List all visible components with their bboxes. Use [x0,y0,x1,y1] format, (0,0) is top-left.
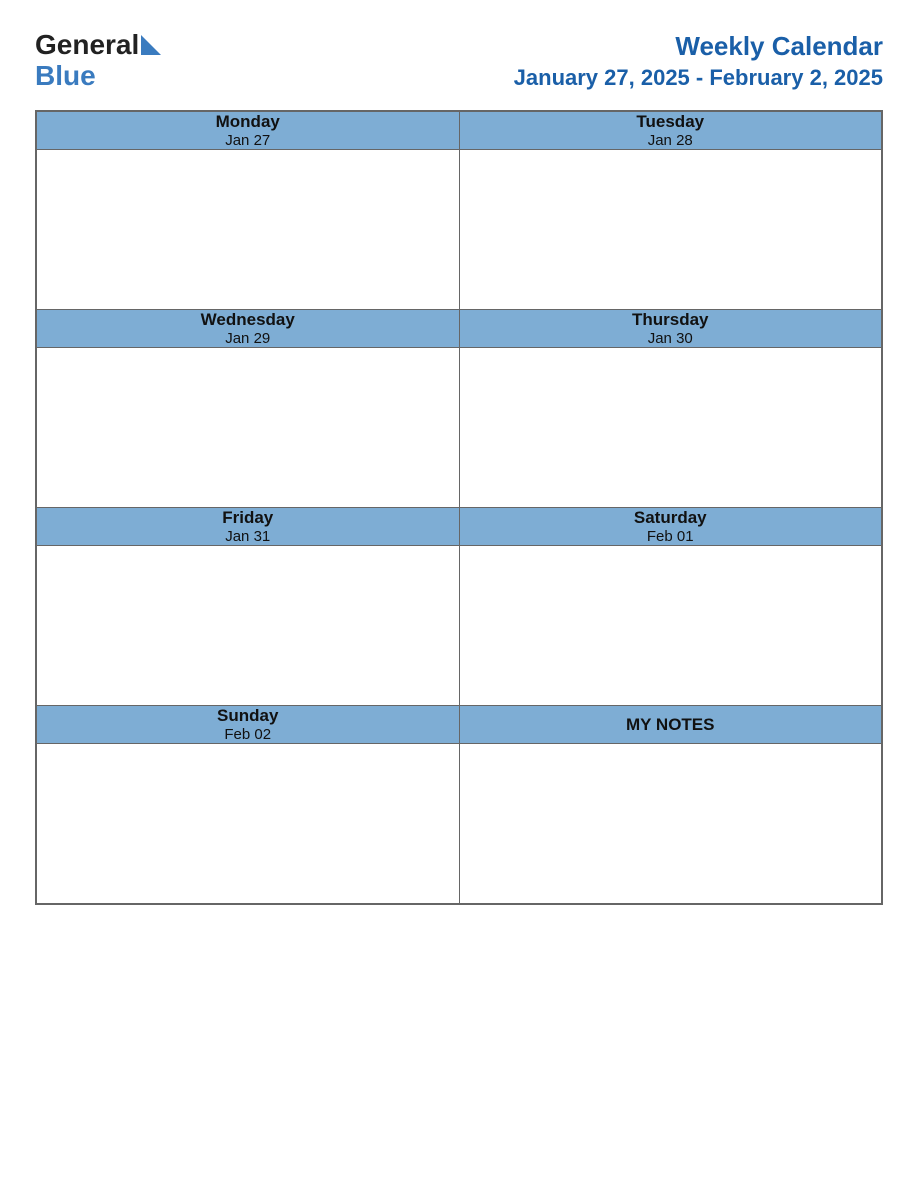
page-header: General Blue Weekly Calendar January 27,… [35,30,883,92]
thursday-date: Jan 30 [460,330,882,347]
logo-triangle-icon [141,35,161,55]
monday-date: Jan 27 [37,132,459,149]
row-1-header: Monday Jan 27 Tuesday Jan 28 [37,112,882,150]
row-3-content [37,546,882,706]
saturday-date: Feb 01 [460,528,882,545]
logo-blue-text: Blue [35,61,96,92]
row-2-header: Wednesday Jan 29 Thursday Jan 30 [37,310,882,348]
calendar-title: Weekly Calendar [514,30,883,64]
friday-date: Jan 31 [37,528,459,545]
logo: General Blue [35,30,161,92]
row-3-header: Friday Jan 31 Saturday Feb 01 [37,508,882,546]
tuesday-name: Tuesday [460,112,882,132]
row-2-content [37,348,882,508]
wednesday-date: Jan 29 [37,330,459,347]
wednesday-cell [37,348,460,508]
my-notes-header: MY NOTES [459,706,882,744]
logo-general-text: General [35,29,139,60]
notes-cell [459,744,882,904]
calendar-grid: Monday Jan 27 Tuesday Jan 28 Wednesday J… [35,110,883,905]
my-notes-label: MY NOTES [460,715,882,735]
calendar-subtitle: January 27, 2025 - February 2, 2025 [514,64,883,93]
saturday-cell [459,546,882,706]
thursday-name: Thursday [460,310,882,330]
tuesday-header: Tuesday Jan 28 [459,112,882,150]
tuesday-cell [459,150,882,310]
sunday-cell [37,744,460,904]
row-1-content [37,150,882,310]
saturday-header: Saturday Feb 01 [459,508,882,546]
sunday-date: Feb 02 [37,726,459,743]
tuesday-date: Jan 28 [460,132,882,149]
saturday-name: Saturday [460,508,882,528]
friday-cell [37,546,460,706]
monday-header: Monday Jan 27 [37,112,460,150]
monday-cell [37,150,460,310]
thursday-cell [459,348,882,508]
thursday-header: Thursday Jan 30 [459,310,882,348]
sunday-name: Sunday [37,706,459,726]
monday-name: Monday [37,112,459,132]
calendar-title-section: Weekly Calendar January 27, 2025 - Febru… [514,30,883,92]
wednesday-header: Wednesday Jan 29 [37,310,460,348]
friday-name: Friday [37,508,459,528]
sunday-header: Sunday Feb 02 [37,706,460,744]
friday-header: Friday Jan 31 [37,508,460,546]
row-4-content [37,744,882,904]
row-4-header: Sunday Feb 02 MY NOTES [37,706,882,744]
wednesday-name: Wednesday [37,310,459,330]
